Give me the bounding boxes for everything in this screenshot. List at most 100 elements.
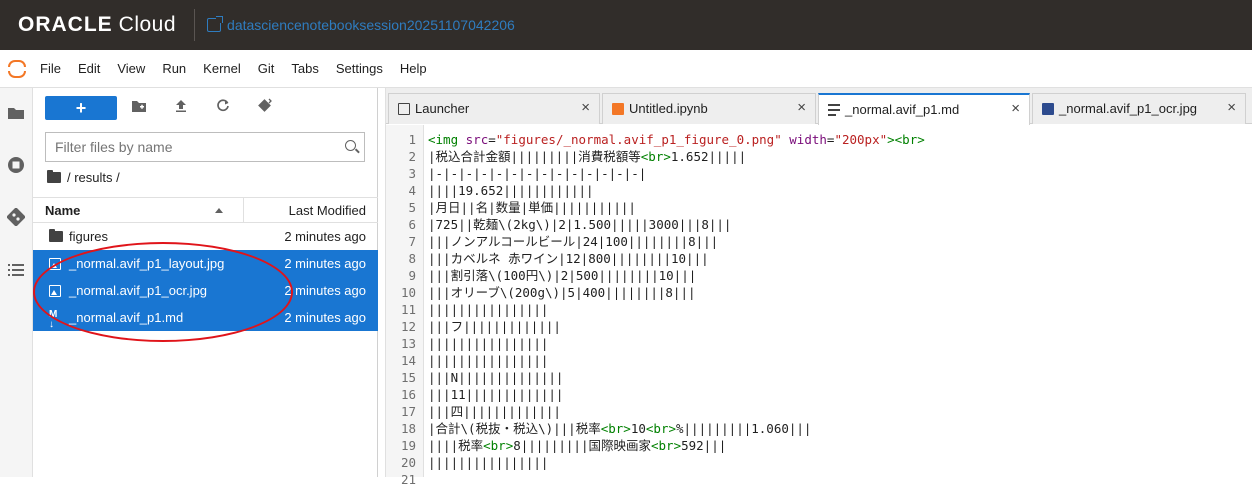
line-number: 2 (408, 149, 416, 164)
brand-light: Cloud (118, 13, 177, 36)
line-number: 10 (400, 285, 416, 300)
line-number: 17 (400, 404, 416, 419)
top-bar: ORACLE Cloud datasciencenotebooksession2… (0, 0, 1252, 50)
markdown-file-icon (828, 104, 840, 116)
line-number: 3 (408, 166, 416, 181)
code-line: |||ノンアルコールビール|24|100||||||||8||| (428, 234, 719, 249)
upload-icon[interactable] (171, 98, 191, 118)
filter-files-input[interactable]: Filter files by name (45, 132, 365, 162)
launcher-icon (398, 103, 410, 115)
column-name[interactable]: Name (45, 203, 80, 218)
code-line: |||||||||||||||| (428, 455, 549, 470)
main-dock-area: Launcher × Untitled.ipynb × _normal.avif… (385, 88, 1252, 487)
line-number: 6 (408, 217, 416, 232)
close-icon[interactable]: × (1227, 99, 1236, 116)
code-line: |-|-|-|-|-|-|-|-|-|-|-|-|-|-| (428, 166, 647, 181)
code-line: |月日||名|数量|単価||||||||||| (428, 200, 636, 215)
file-modified: 2 minutes ago (284, 310, 366, 325)
menu-file[interactable]: File (40, 61, 61, 76)
markdown-file-icon: M ↓ (49, 309, 58, 330)
external-link-icon (207, 16, 224, 32)
code-line: ||||税率<br>8|||||||||国際映画家<br>592||| (428, 438, 727, 453)
line-number: 18 (400, 421, 416, 436)
tab-label: _normal.avif_p1_ocr.jpg (1059, 101, 1198, 116)
line-number: 8 (408, 251, 416, 266)
menu-kernel[interactable]: Kernel (203, 61, 241, 76)
code-line: |合計\(税抜・税込\)|||税率<br>10<br>%|||||||||1.0… (428, 421, 812, 436)
column-separator (243, 198, 244, 222)
column-last-modified[interactable]: Last Modified (289, 203, 366, 218)
file-name: _normal.avif_p1_layout.jpg (69, 256, 225, 271)
brand-bold: ORACLE (18, 13, 113, 36)
file-browser-panel: + Filter files by name / results / Name … (33, 88, 378, 477)
menu-help[interactable]: Help (400, 61, 427, 76)
table-of-contents-icon[interactable] (7, 262, 25, 280)
header-divider (194, 9, 196, 41)
oracle-cloud-logo[interactable]: ORACLE Cloud (18, 13, 176, 37)
menu-settings[interactable]: Settings (336, 61, 383, 76)
session-name: datasciencenotebooksession20251107042206 (227, 17, 515, 33)
line-number: 4 (408, 183, 416, 198)
tab-label: _normal.avif_p1.md (845, 102, 960, 117)
tab-label: Launcher (415, 101, 470, 116)
line-number: 15 (400, 370, 416, 385)
file-modified: 2 minutes ago (284, 283, 366, 298)
new-folder-icon[interactable] (129, 98, 149, 118)
code-line: |||||||||||||||| (428, 353, 549, 368)
breadcrumb[interactable]: / results / (47, 170, 120, 185)
file-name: _normal.avif_p1_ocr.jpg (69, 283, 208, 298)
tab-untitled-ipynb[interactable]: Untitled.ipynb × (602, 93, 816, 124)
sort-ascending-icon (215, 208, 223, 213)
line-number: 5 (408, 200, 416, 215)
activity-bar (0, 88, 33, 477)
line-number: 16 (400, 387, 416, 402)
menu-edit[interactable]: Edit (78, 61, 100, 76)
close-icon[interactable]: × (581, 99, 590, 116)
session-link[interactable]: datasciencenotebooksession20251107042206 (207, 16, 515, 33)
file-name: figures (69, 229, 109, 244)
git-clone-icon[interactable] (255, 98, 275, 118)
code-line: |||割引落\(100円\)|2|500||||||||10||| (428, 268, 697, 283)
file-row-md[interactable]: M ↓ _normal.avif_p1.md 2 minutes ago (33, 304, 378, 331)
menu-tabs[interactable]: Tabs (291, 61, 318, 76)
line-number: 20 (400, 455, 416, 470)
code-line: |||11||||||||||||| (428, 387, 564, 402)
filter-placeholder: Filter files by name (55, 139, 173, 155)
code-line: |||フ||||||||||||| (428, 319, 561, 334)
line-number: 14 (400, 353, 416, 368)
line-number: 19 (400, 438, 416, 453)
code-line: |||||||||||||||| (428, 336, 549, 351)
image-file-icon (49, 258, 61, 270)
menu-run[interactable]: Run (162, 61, 186, 76)
text-editor[interactable]: 1 2 3 4 5 6 7 8 9 10 11 12 13 14 15 16 17 18 19 20 21 <img s… (386, 125, 1252, 487)
line-number: 1 (408, 132, 416, 147)
file-name: _normal.avif_p1.md (69, 310, 184, 325)
code-line: |税込合計金額|||||||||消費税額等<br>1.652||||| (428, 149, 747, 164)
file-list-header: Name Last Modified (33, 197, 378, 223)
close-icon[interactable]: × (1011, 100, 1020, 117)
line-number: 7 (408, 234, 416, 249)
new-launcher-button[interactable]: + (45, 96, 117, 120)
tab-normal-md[interactable]: _normal.avif_p1.md × (818, 93, 1030, 125)
file-row-ocr-jpg[interactable]: _normal.avif_p1_ocr.jpg 2 minutes ago (33, 277, 378, 304)
running-sessions-icon[interactable] (7, 156, 25, 174)
tab-launcher[interactable]: Launcher × (388, 93, 600, 124)
menu-git[interactable]: Git (258, 61, 275, 76)
file-browser-icon[interactable] (7, 106, 25, 124)
image-file-icon (49, 285, 61, 297)
refresh-icon[interactable] (213, 98, 233, 118)
file-modified: 2 minutes ago (284, 229, 366, 244)
menu-view[interactable]: View (117, 61, 145, 76)
home-folder-icon (47, 170, 61, 183)
close-icon[interactable]: × (797, 99, 806, 116)
line-number: 11 (400, 302, 416, 317)
line-number-gutter: 1 2 3 4 5 6 7 8 9 10 11 12 13 14 15 16 17 18 19 20 21 (386, 125, 424, 487)
folder-icon (49, 229, 63, 242)
tab-ocr-jpg[interactable]: _normal.avif_p1_ocr.jpg × (1032, 93, 1246, 124)
tab-label: Untitled.ipynb (629, 101, 708, 116)
code-line: |||||||||||||||| (428, 302, 549, 317)
file-row-figures[interactable]: figures 2 minutes ago (33, 223, 378, 250)
file-row-layout-jpg[interactable]: _normal.avif_p1_layout.jpg 2 minutes ago (33, 250, 378, 277)
file-modified: 2 minutes ago (284, 256, 366, 271)
git-icon[interactable] (6, 207, 26, 227)
